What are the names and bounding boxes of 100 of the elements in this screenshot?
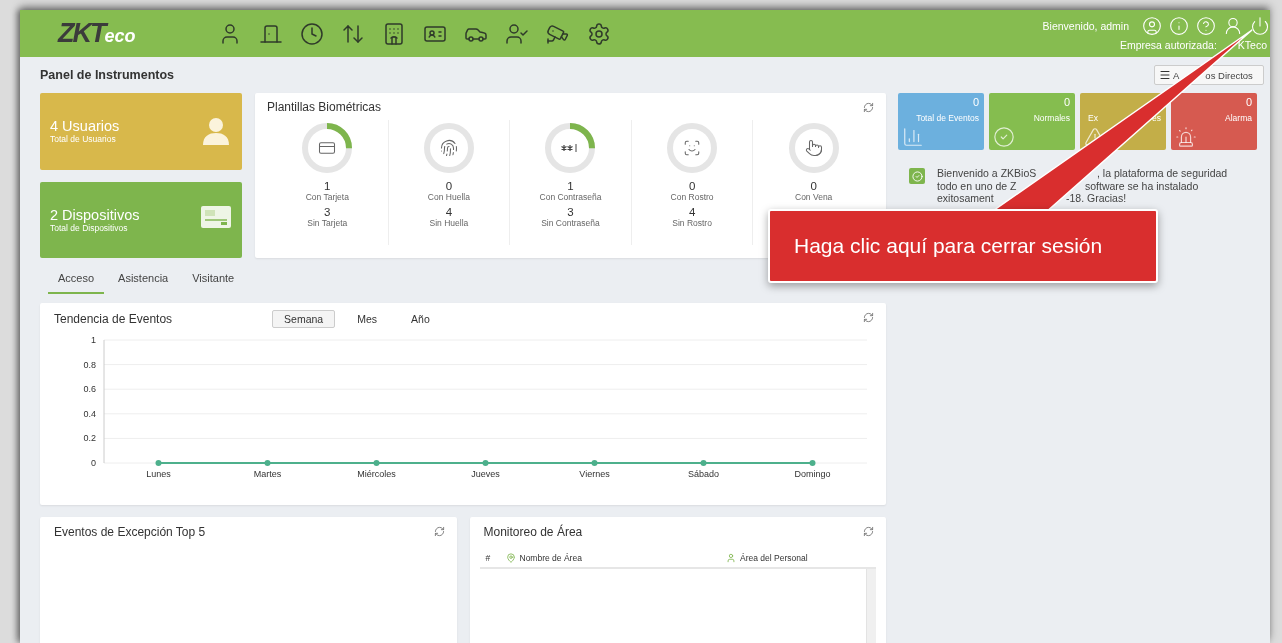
company-label: Empresa autorizada: [1119, 39, 1217, 51]
count: 3 [324, 206, 331, 218]
range-tab[interactable]: Año [399, 310, 442, 328]
tile-count: 0 [1063, 96, 1070, 108]
tile-label: Total de Eventos [916, 113, 979, 123]
count-label: Sin Huella [429, 218, 469, 229]
column-header: # [485, 553, 492, 563]
axis-label: Jueves [471, 469, 500, 479]
notice-text: todo en uno de Z [937, 179, 1018, 192]
tile-count: 0 [972, 96, 979, 108]
event-tile[interactable]: 0 Alarma [1171, 93, 1257, 150]
data-point [264, 460, 271, 466]
check-circle-icon [993, 126, 1015, 148]
summary-caption: Total de Usuarios [50, 134, 117, 145]
tile-label: es [1152, 113, 1161, 123]
axis-label: 0.2 [83, 433, 96, 444]
axis-label: 1 [91, 335, 96, 345]
notice-text: Bienvenido a ZKBioS [937, 167, 1035, 180]
notice-text: -18. Gracias! [1066, 192, 1127, 205]
count-label: Sin Tarjeta [307, 218, 348, 229]
guard-icon[interactable] [505, 21, 529, 46]
column-header: Área del Personal [740, 553, 809, 563]
count: 0 [688, 180, 696, 192]
count: 4 [688, 206, 696, 218]
range-tab[interactable]: Mes [345, 310, 390, 328]
summary-value: 4 Usuarios [50, 118, 120, 135]
axis-label: Miércoles [357, 469, 396, 479]
tab[interactable]: Visitante [182, 264, 245, 294]
refresh-icon[interactable] [433, 526, 445, 537]
count-label: Con Tarjeta [305, 192, 349, 203]
axis-label: Lunes [146, 469, 171, 479]
count-label: Sin Contraseña [541, 218, 600, 229]
welcome-text: Bienvenido, admin [1042, 20, 1129, 32]
page-title: Panel de Instrumentos [40, 68, 175, 82]
summary-caption: Total de Dispositivos [50, 222, 128, 233]
card-title: Monitoreo de Área [483, 525, 583, 539]
refresh-icon[interactable] [863, 526, 874, 537]
menu-icon [1159, 69, 1171, 81]
axis-label: 0.4 [83, 408, 96, 419]
face-icon [683, 139, 702, 157]
count-label: Con Contraseña [539, 192, 602, 203]
power-icon[interactable] [1250, 16, 1270, 36]
progress-ring [787, 122, 840, 174]
column-header: Nombre de Área [519, 553, 583, 563]
data-point [591, 460, 598, 466]
refresh-icon[interactable] [863, 312, 874, 323]
siren-icon [1175, 126, 1197, 148]
tile-label: Alarma [1225, 113, 1252, 123]
refresh-icon[interactable] [863, 102, 874, 113]
axis-label: Martes [253, 469, 282, 479]
axis-label: Sábado [688, 469, 719, 479]
logo: ZKTeco [58, 18, 137, 49]
count: 3 [567, 206, 574, 218]
tab[interactable]: Acceso [48, 264, 105, 294]
range-tab[interactable]: Semana [272, 310, 336, 328]
data-point [155, 460, 162, 466]
progress-ring [422, 122, 475, 174]
person-icon [200, 115, 232, 148]
check-icon [909, 168, 925, 184]
data-point [373, 460, 380, 466]
progress-ring [544, 122, 597, 174]
data-point [700, 460, 707, 466]
card-title: Tendencia de Eventos [54, 312, 173, 326]
axis-label: Viernes [579, 469, 610, 479]
count: 4 [445, 206, 453, 218]
finger-icon [804, 139, 823, 157]
data-point [482, 460, 489, 466]
count-label: Con Rostro [670, 192, 714, 203]
notice-text: , la plataforma de seguridad [1097, 167, 1228, 180]
tile-label: Normales [1033, 113, 1070, 123]
count-label: Con Vena [795, 192, 833, 203]
person-icon [726, 553, 736, 563]
axis-label: 0.8 [83, 359, 96, 370]
progress-ring [666, 122, 719, 174]
tab[interactable]: Asistencia [108, 264, 179, 294]
callout: Haga clic aquí para cerrar sesión [768, 209, 1158, 283]
card-icon [318, 139, 337, 157]
axis-label: 0.6 [83, 384, 96, 395]
axis-label: 0 [91, 458, 96, 468]
count-label: Sin Rostro [672, 218, 712, 229]
notice-text: software se ha instalado [1085, 179, 1199, 192]
card-title: Eventos de Excepción Top 5 [54, 525, 206, 539]
count: 0 [810, 180, 817, 192]
progress-ring [301, 122, 354, 174]
clock-icon[interactable] [300, 21, 324, 46]
scrollbar[interactable] [866, 569, 876, 643]
company-name: KTeco [1237, 39, 1267, 51]
device-icon [200, 203, 232, 230]
axis-label: Domingo [794, 469, 831, 479]
bar-chart-icon [902, 126, 924, 148]
settings-icon[interactable] [587, 21, 611, 46]
data-point [809, 460, 816, 466]
count-label: Con Huella [427, 192, 470, 203]
building-icon[interactable] [382, 21, 406, 46]
count: 0 [445, 180, 453, 192]
card-title: Plantillas Biométricas [267, 100, 382, 114]
tile-count: 0 [1245, 96, 1252, 108]
user-icon[interactable] [1142, 16, 1162, 36]
notice-text: exitosament [937, 192, 995, 205]
summary-value: 2 Dispositivos [50, 206, 140, 223]
